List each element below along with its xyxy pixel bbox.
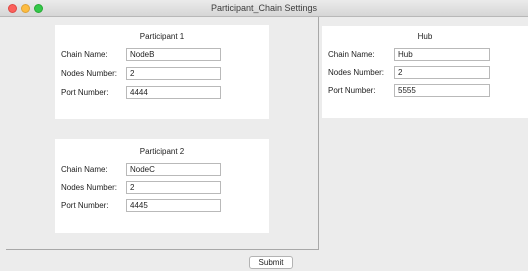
nodes-number-label: Nodes Number: xyxy=(61,69,118,78)
port-number-label: Port Number: xyxy=(328,86,376,95)
hub-area: Hub Chain Name: Hub Nodes Number: 2 Port… xyxy=(322,17,528,250)
participant-2-panel: Participant 2 Chain Name: NodeC Nodes Nu… xyxy=(55,139,269,233)
chain-name-label: Chain Name: xyxy=(328,50,375,59)
hub-nodes-number-input[interactable]: 2 xyxy=(394,66,490,79)
port-number-label: Port Number: xyxy=(61,88,109,97)
nodes-number-label: Nodes Number: xyxy=(61,183,118,192)
participant-2-port-number-input[interactable]: 4445 xyxy=(126,199,221,212)
participant-1-panel: Participant 1 Chain Name: NodeB Nodes Nu… xyxy=(55,25,269,119)
hub-title: Hub xyxy=(417,32,433,41)
participant-2-nodes-number-input[interactable]: 2 xyxy=(126,181,221,194)
hub-port-number-input[interactable]: 5555 xyxy=(394,84,490,97)
participant-1-port-number-input[interactable]: 4444 xyxy=(126,86,221,99)
submit-button[interactable]: Submit xyxy=(249,256,293,269)
port-number-label: Port Number: xyxy=(61,201,109,210)
hub-chain-name-input[interactable]: Hub xyxy=(394,48,490,61)
participants-area: Participant 1 Chain Name: NodeB Nodes Nu… xyxy=(6,17,319,250)
participant-2-title: Participant 2 xyxy=(139,147,185,156)
title-bar[interactable]: Participant_Chain Settings xyxy=(0,0,528,17)
participant-2-chain-name-input[interactable]: NodeC xyxy=(126,163,221,176)
participant-1-nodes-number-input[interactable]: 2 xyxy=(126,67,221,80)
settings-window: Participant_Chain Settings Participant 1… xyxy=(0,0,528,271)
participant-1-chain-name-input[interactable]: NodeB xyxy=(126,48,221,61)
nodes-number-label: Nodes Number: xyxy=(328,68,385,77)
chain-name-label: Chain Name: xyxy=(61,165,108,174)
participant-1-title: Participant 1 xyxy=(139,32,185,41)
hub-panel: Hub Chain Name: Hub Nodes Number: 2 Port… xyxy=(322,26,528,118)
chain-name-label: Chain Name: xyxy=(61,50,108,59)
window-title: Participant_Chain Settings xyxy=(210,3,318,13)
